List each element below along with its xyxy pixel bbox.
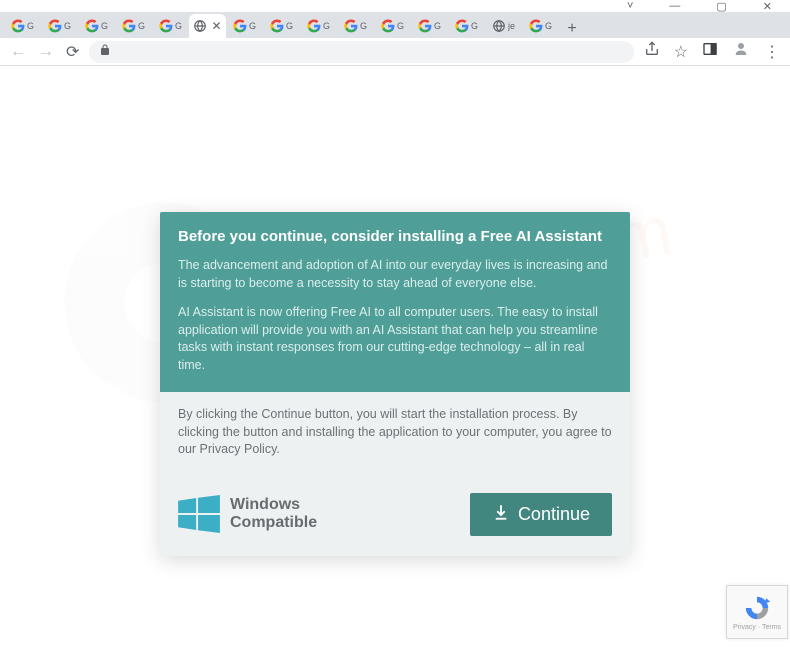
share-icon[interactable]: [642, 39, 662, 64]
google-favicon-icon: [11, 19, 25, 33]
browser-tab[interactable]: G: [41, 14, 78, 38]
recaptcha-icon: [743, 594, 771, 622]
browser-tab[interactable]: ✕: [189, 14, 226, 38]
browser-tab[interactable]: G: [263, 14, 300, 38]
google-favicon-icon: [48, 19, 62, 33]
browser-tab[interactable]: G: [448, 14, 485, 38]
tab-label: G: [434, 21, 441, 31]
windows-logo-icon: [178, 495, 220, 533]
continue-button[interactable]: Continue: [470, 493, 612, 536]
google-favicon-icon: [307, 19, 321, 33]
continue-label: Continue: [518, 504, 590, 525]
browser-tab[interactable]: G: [4, 14, 41, 38]
browser-tab[interactable]: G: [152, 14, 189, 38]
window-minimize[interactable]: —: [661, 0, 688, 12]
star-icon[interactable]: ☆: [672, 40, 690, 64]
back-button[interactable]: ←: [8, 41, 28, 63]
tab-label: G: [360, 21, 367, 31]
google-favicon-icon: [455, 19, 469, 33]
window-maximize[interactable]: ▢: [708, 0, 734, 12]
side-panel-icon[interactable]: [700, 39, 720, 64]
browser-tab[interactable]: G: [411, 14, 448, 38]
compat-line2: Compatible: [230, 514, 317, 532]
windows-compatible-badge: Windows Compatible: [178, 495, 317, 533]
google-favicon-icon: [381, 19, 395, 33]
tab-label: G: [471, 21, 478, 31]
browser-tab[interactable]: G: [300, 14, 337, 38]
install-card: Before you continue, consider installing…: [160, 212, 630, 556]
recaptcha-label: Privacy · Terms: [733, 624, 781, 631]
card-footer: By clicking the Continue button, you wil…: [160, 392, 630, 556]
google-favicon-icon: [233, 19, 247, 33]
recaptcha-badge[interactable]: Privacy · Terms: [726, 585, 788, 639]
tab-label: G: [286, 21, 293, 31]
tab-label: G: [323, 21, 330, 31]
window-titlebar: ˅ — ▢ ✕: [0, 0, 790, 12]
card-paragraph-1: The advancement and adoption of AI into …: [178, 257, 612, 292]
action-row: Windows Compatible Continue: [178, 493, 612, 536]
browser-tab[interactable]: G: [337, 14, 374, 38]
tab-label: G: [175, 21, 182, 31]
page-body: risk .com Before you continue, consider …: [0, 66, 790, 663]
tab-label: G: [27, 21, 34, 31]
compat-line1: Windows: [230, 496, 317, 514]
tab-close-icon[interactable]: ✕: [211, 19, 221, 33]
browser-tab[interactable]: je: [485, 14, 522, 38]
tab-label: G: [138, 21, 145, 31]
browser-tab[interactable]: G: [374, 14, 411, 38]
tab-label: G: [545, 21, 552, 31]
card-header: Before you continue, consider installing…: [160, 212, 630, 392]
tab-label: je: [508, 21, 515, 31]
window-close[interactable]: ✕: [755, 0, 780, 12]
tab-strip: G G G G G ✕ G G G G G G Gje G +: [0, 12, 790, 38]
google-favicon-icon: [159, 19, 173, 33]
reload-button[interactable]: ⟳: [64, 40, 81, 64]
google-favicon-icon: [529, 19, 543, 33]
google-favicon-icon: [344, 19, 358, 33]
browser-tab[interactable]: G: [226, 14, 263, 38]
tab-label: G: [64, 21, 71, 31]
google-favicon-icon: [85, 19, 99, 33]
address-bar[interactable]: [89, 41, 633, 63]
globe-favicon-icon: [492, 19, 506, 33]
tab-label: G: [249, 21, 256, 31]
browser-toolbar: ← → ⟳ ☆ ⋮: [0, 38, 790, 66]
profile-icon[interactable]: [730, 38, 752, 65]
menu-icon[interactable]: ⋮: [762, 40, 782, 64]
card-paragraph-2: AI Assistant is now offering Free AI to …: [178, 304, 612, 374]
new-tab-button[interactable]: +: [559, 20, 585, 38]
window-dropdown[interactable]: ˅: [619, 0, 641, 12]
lock-icon: [99, 44, 111, 59]
forward-button[interactable]: →: [36, 41, 56, 63]
browser-tab[interactable]: G: [78, 14, 115, 38]
globe-favicon-icon: [193, 19, 207, 33]
google-favicon-icon: [270, 19, 284, 33]
compat-label: Windows Compatible: [230, 496, 317, 531]
browser-tab[interactable]: G: [115, 14, 152, 38]
google-favicon-icon: [418, 19, 432, 33]
terms-text: By clicking the Continue button, you wil…: [178, 406, 612, 459]
card-heading: Before you continue, consider installing…: [178, 228, 612, 245]
browser-tab[interactable]: G: [522, 14, 559, 38]
google-favicon-icon: [122, 19, 136, 33]
tab-label: G: [101, 21, 108, 31]
tab-label: G: [397, 21, 404, 31]
download-icon: [492, 503, 510, 526]
